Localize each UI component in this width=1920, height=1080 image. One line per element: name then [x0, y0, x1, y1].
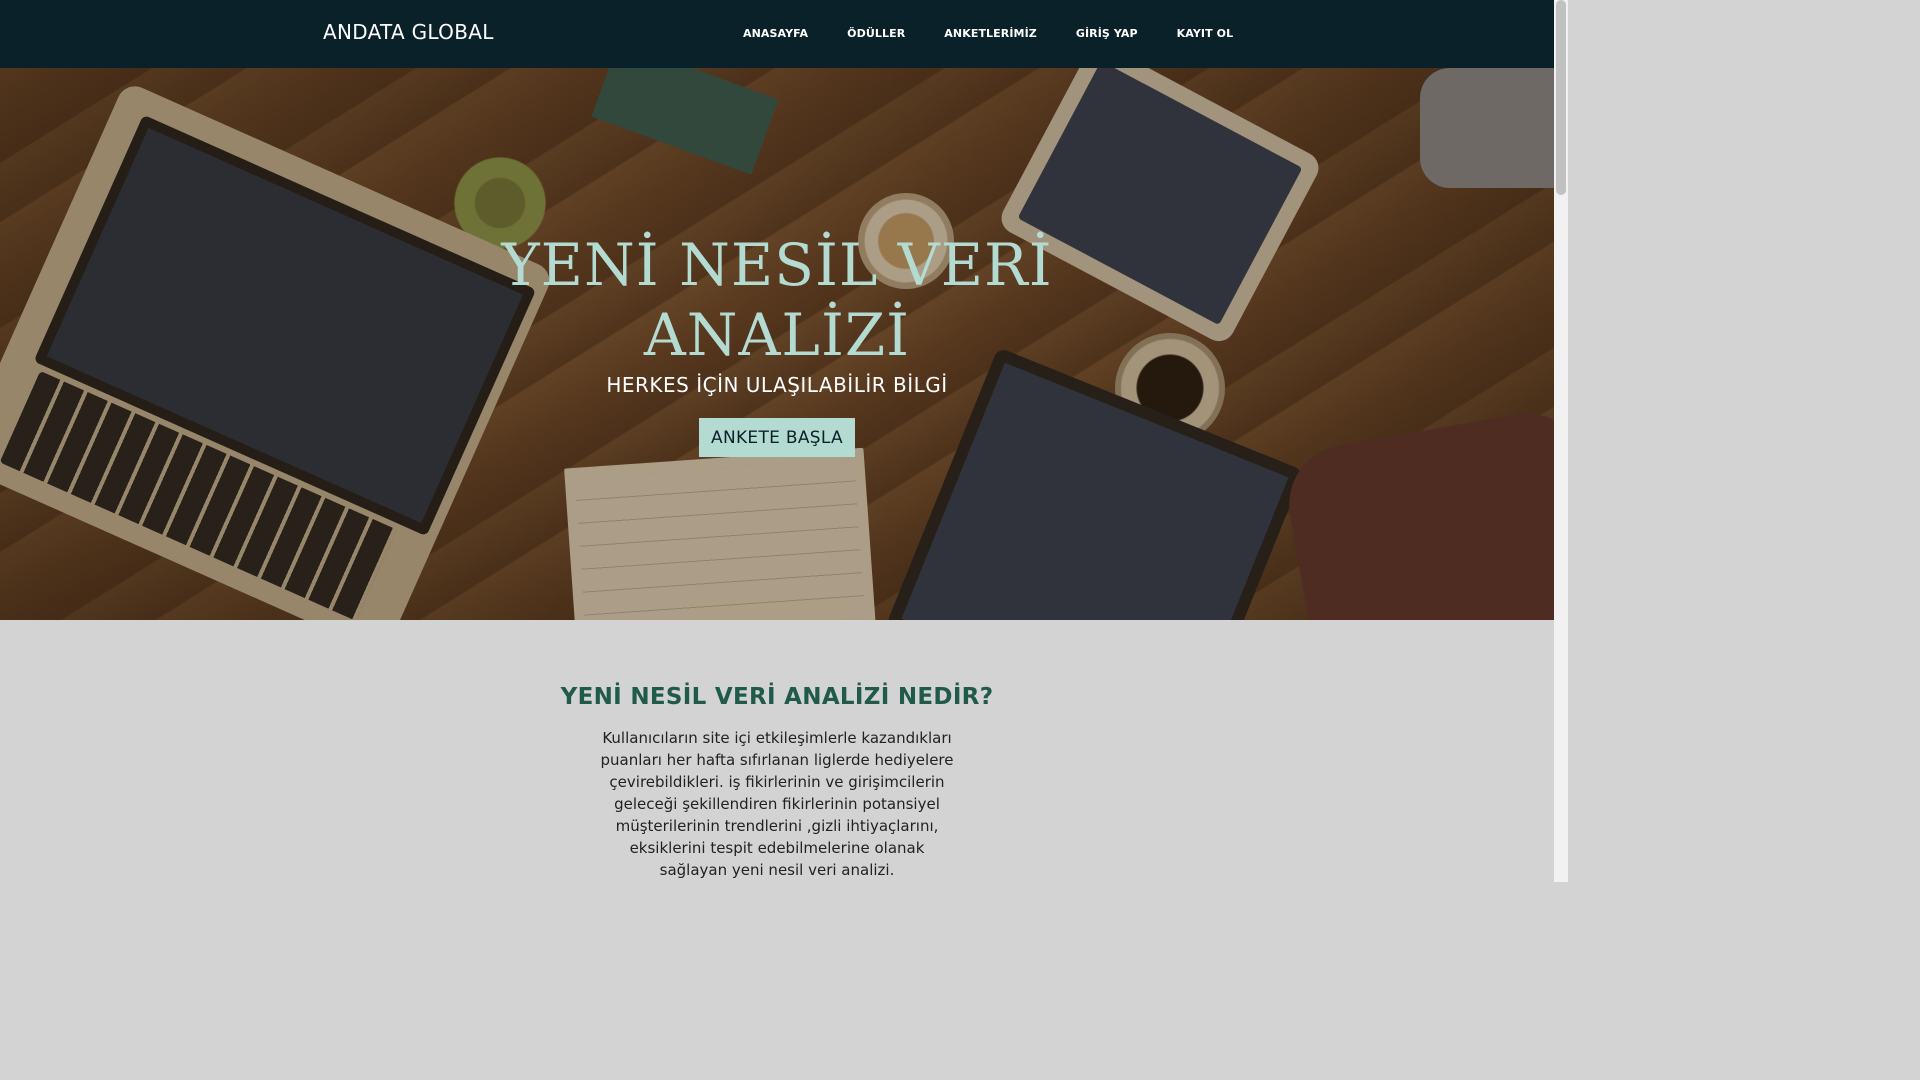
hero-subtitle: HERKES İÇİN ULAŞILABİLİR BİLGİ [606, 373, 948, 397]
nav-link-oduller[interactable]: ÖDÜLLER [847, 27, 905, 40]
hero-section: YENİ NESİL VERİ ANALİZİ HERKES İÇİN ULAŞ… [0, 68, 1554, 620]
hero-content: YENİ NESİL VERİ ANALİZİ HERKES İÇİN ULAŞ… [0, 68, 1554, 620]
start-survey-button[interactable]: ANKETE BAŞLA [699, 418, 855, 457]
page: ANDATA GLOBAL ANASAYFA ÖDÜLLER ANKETLERİ… [0, 0, 1554, 882]
hero-title-line-1: YENİ NESİL VERİ [501, 231, 1053, 299]
about-section: YENİ NESİL VERİ ANALİZİ NEDİR? Kullanıcı… [0, 620, 1554, 882]
about-text: Kullanıcıların site içi etkileşimlerle k… [600, 729, 954, 879]
nav-link-anasayfa[interactable]: ANASAYFA [743, 27, 808, 40]
hero-title: YENİ NESİL VERİ ANALİZİ [0, 230, 1554, 370]
about-title: YENİ NESİL VERİ ANALİZİ NEDİR? [560, 684, 994, 710]
scrollbar-thumb[interactable] [1556, 0, 1566, 195]
nav-link-anketlerimiz[interactable]: ANKETLERİMİZ [944, 27, 1037, 40]
hero-title-line-2: ANALİZİ [643, 301, 911, 369]
page-scrollbar[interactable] [1554, 0, 1568, 882]
nav-link-giris-yap[interactable]: GİRİŞ YAP [1076, 27, 1138, 40]
main-nav: ANASAYFA ÖDÜLLER ANKETLERİMİZ GİRİŞ YAP … [743, 27, 1272, 40]
navbar: ANDATA GLOBAL ANASAYFA ÖDÜLLER ANKETLERİ… [0, 0, 1554, 68]
nav-link-kayit-ol[interactable]: KAYIT OL [1177, 27, 1234, 40]
brand-logo-link[interactable]: ANDATA GLOBAL [323, 20, 494, 44]
